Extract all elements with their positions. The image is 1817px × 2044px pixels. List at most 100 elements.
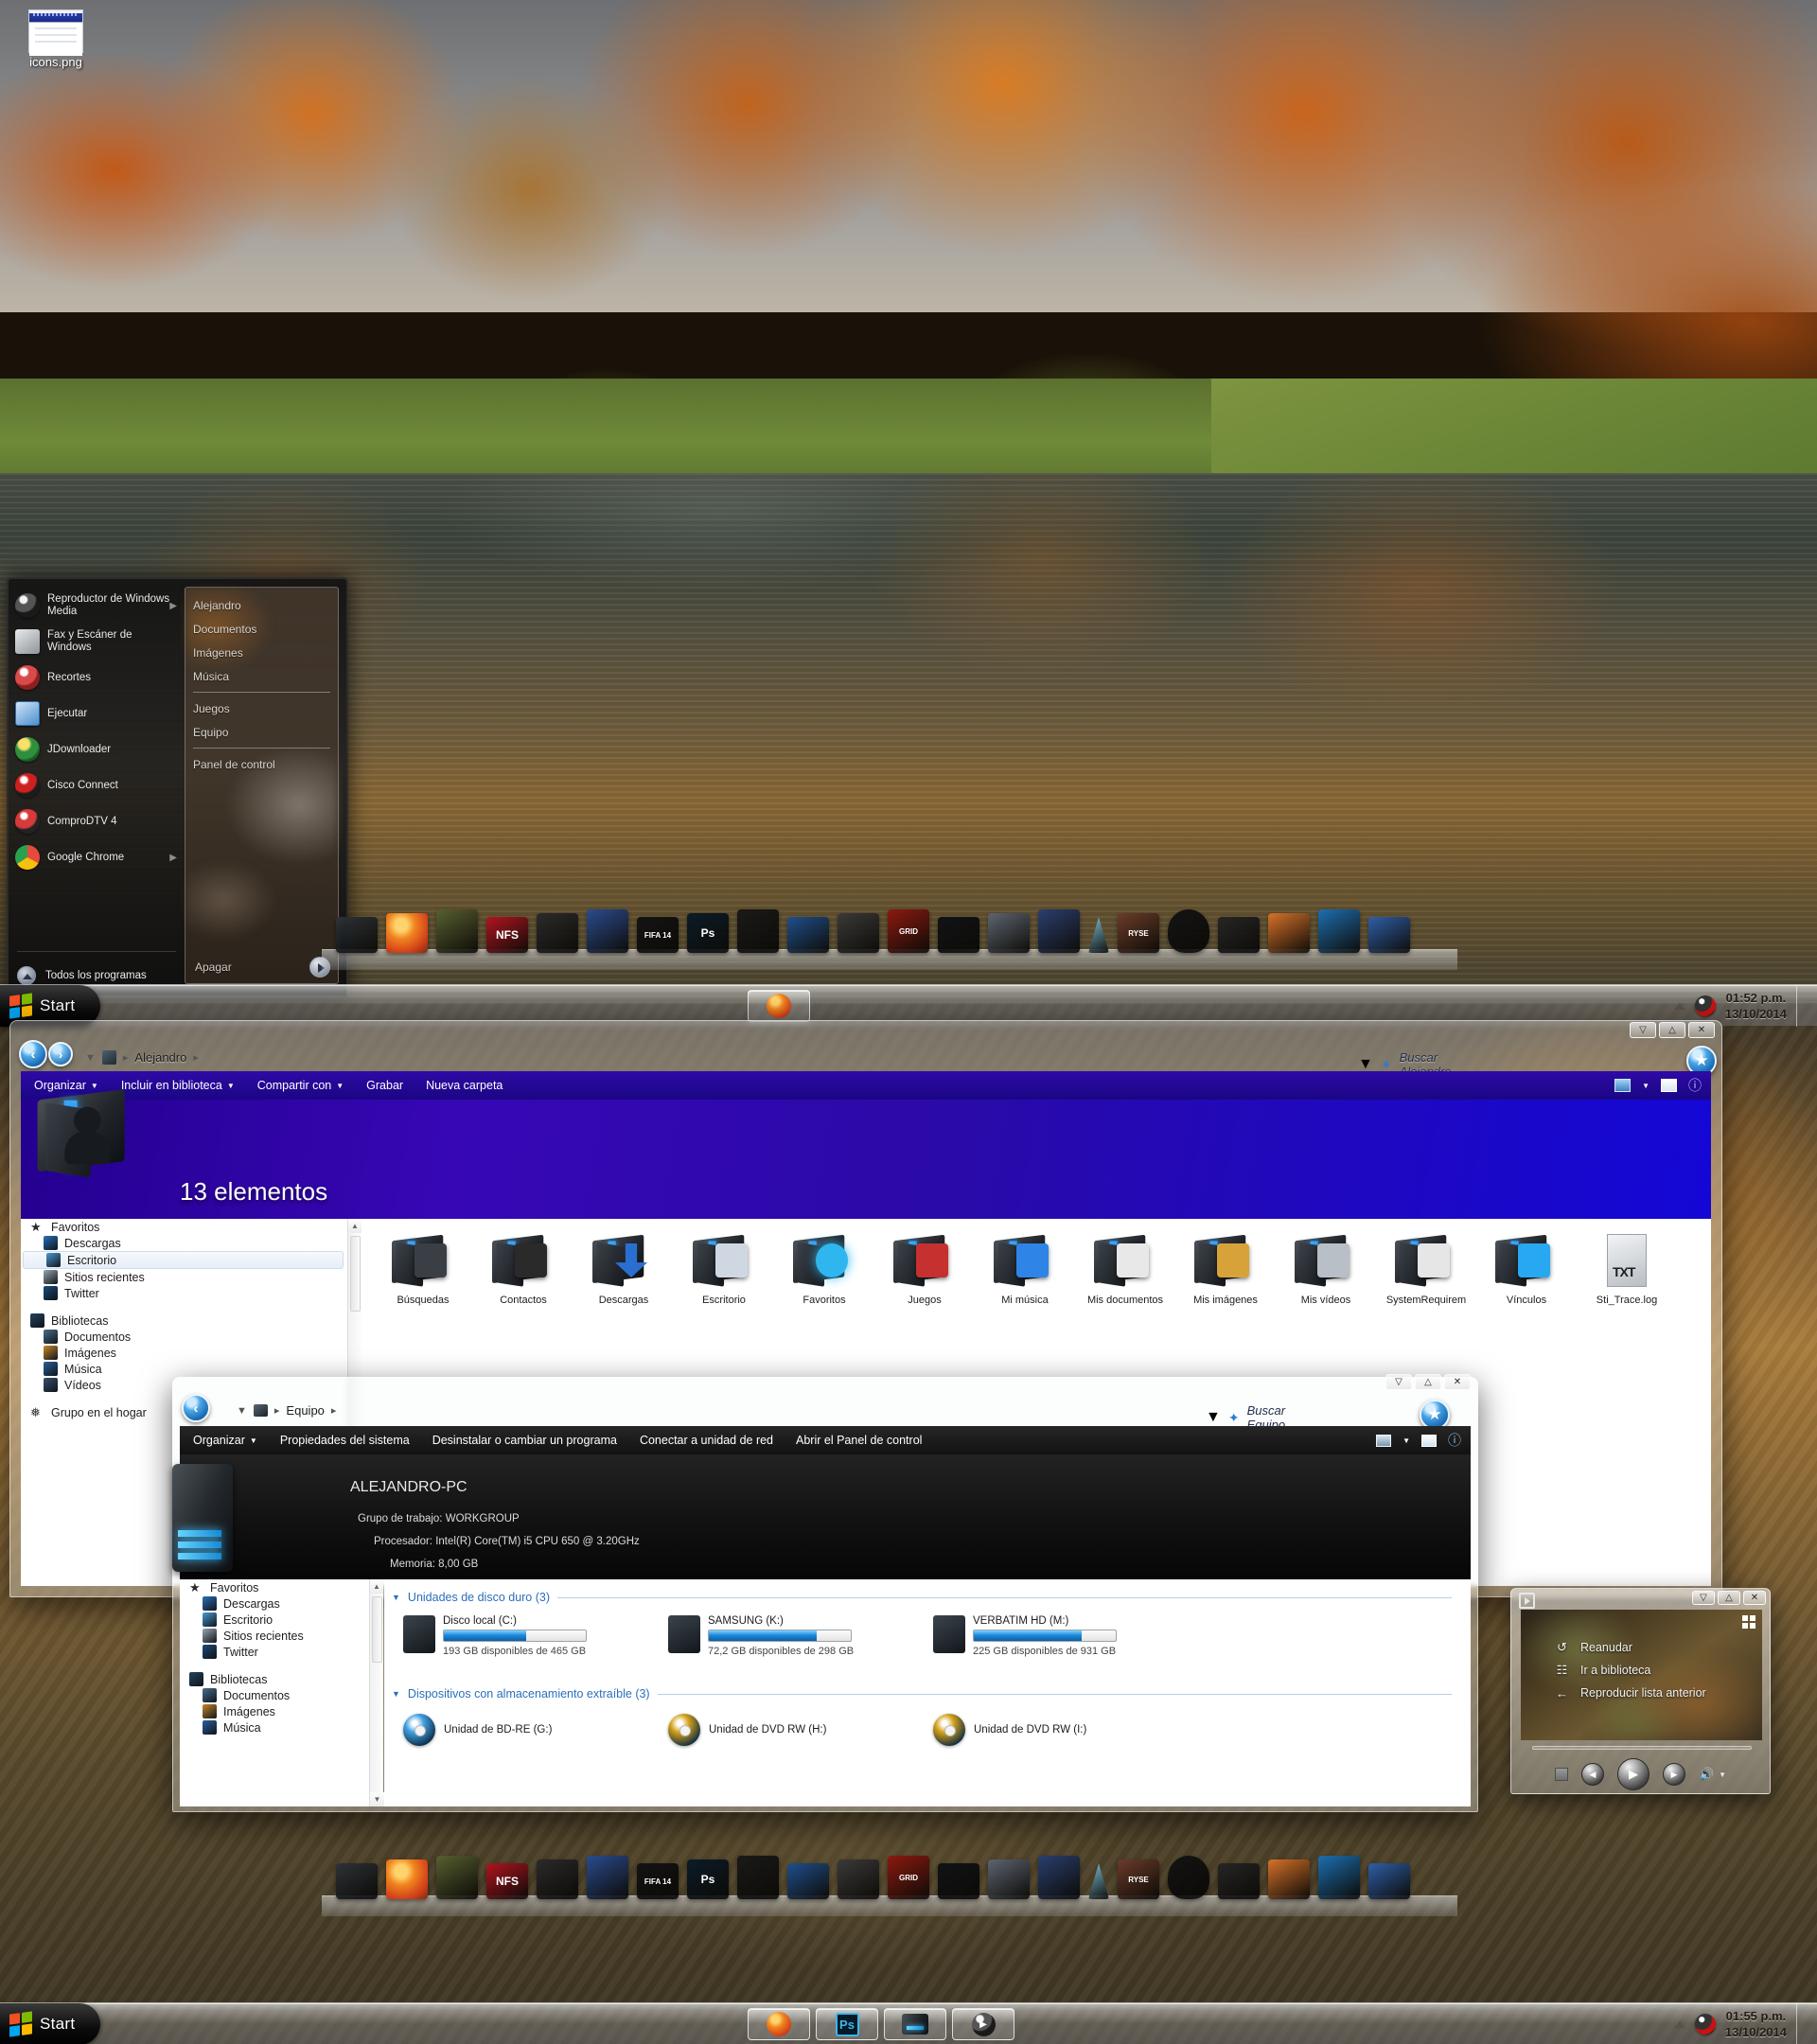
photoshop-dock-icon[interactable]: Ps bbox=[687, 1859, 729, 1899]
folder-item[interactable]: Descargas bbox=[573, 1230, 674, 1306]
chevron-down-icon[interactable]: ▼ bbox=[1719, 1771, 1726, 1779]
shadow-of-mordor-dock-icon[interactable] bbox=[838, 913, 879, 953]
start-menu[interactable]: Reproductor de Windows Media ▶ Fax y Esc… bbox=[7, 577, 348, 997]
folder-item[interactable]: Favoritos bbox=[774, 1230, 874, 1306]
winamp-dock-icon[interactable] bbox=[737, 909, 779, 953]
navigation-buttons-alejandro[interactable]: ‹ › bbox=[19, 1040, 73, 1068]
start-item-ejecutar[interactable]: Ejecutar bbox=[9, 696, 185, 731]
close-button[interactable]: ✕ bbox=[1688, 1022, 1715, 1038]
toolbar-right-equipo[interactable]: ▼ ⓘ bbox=[1376, 1431, 1461, 1450]
folder-item[interactable]: Contactos bbox=[473, 1230, 573, 1306]
preview-pane-icon[interactable] bbox=[1421, 1434, 1437, 1447]
minimize-button[interactable]: ▽ bbox=[1692, 1591, 1715, 1605]
firefox-dock-icon[interactable] bbox=[386, 913, 428, 953]
camcorder-dock-icon[interactable] bbox=[436, 1856, 478, 1899]
stop-button[interactable] bbox=[1554, 1768, 1568, 1781]
grid-dock-icon[interactable]: GRID bbox=[888, 1856, 929, 1899]
taskbar-top-buttons[interactable] bbox=[748, 990, 810, 1022]
photoshop-taskbar-button[interactable]: Ps bbox=[816, 2008, 878, 2040]
window-equipo-controls[interactable]: ▽ △ ✕ bbox=[1385, 1374, 1471, 1390]
chevron-down-icon[interactable]: ▼ bbox=[1642, 1082, 1649, 1090]
toolbar-organizar[interactable]: Organizar ▼ bbox=[193, 1434, 257, 1447]
section-removable-devices[interactable]: ▼ Dispositivos con almacenamiento extraí… bbox=[392, 1687, 1452, 1700]
fifa14-dock-icon[interactable]: FIFA 14 bbox=[637, 1863, 679, 1899]
media-player-menu[interactable]: ↺ Reanudar ☷ Ir a biblioteca ← Reproduci… bbox=[1555, 1636, 1706, 1704]
start-item-jdownloader[interactable]: JDownloader bbox=[9, 731, 185, 767]
menu-item-ir-a-biblioteca[interactable]: ☷ Ir a biblioteca bbox=[1555, 1659, 1706, 1682]
toolbar-conectar-a-unidad-de-red[interactable]: Conectar a unidad de red bbox=[640, 1434, 773, 1447]
nav-item-twitter[interactable]: Twitter bbox=[180, 1644, 369, 1660]
nav-item-escritorio[interactable]: Escritorio bbox=[23, 1251, 344, 1269]
content-pane-equipo[interactable]: ▼ Unidades de disco duro (3) Disco local… bbox=[384, 1579, 1471, 1806]
nav-item-sitios-recientes[interactable]: Sitios recientes bbox=[21, 1269, 347, 1285]
collapse-triangle-icon[interactable]: ▼ bbox=[392, 1689, 400, 1699]
toolbar-compartir-con[interactable]: Compartir con ▼ bbox=[257, 1079, 344, 1092]
blue-orb-dock-icon[interactable] bbox=[1318, 909, 1360, 953]
cone-dock-icon[interactable] bbox=[1088, 917, 1109, 953]
drive-item[interactable]: Disco local (C:) 193 GB disponibles de 46… bbox=[403, 1615, 587, 1657]
blue-panel-dock-icon[interactable] bbox=[1368, 917, 1410, 953]
nav-item-bibliotecas[interactable]: Bibliotecas bbox=[180, 1671, 369, 1687]
start-right-item-equipo[interactable]: Equipo bbox=[185, 720, 338, 744]
navigation-pane-equipo[interactable]: ★ Favoritos Descargas Escritorio Sitios reci… bbox=[180, 1579, 369, 1806]
toolbar-propiedades-del-sistema[interactable]: Propiedades del sistema bbox=[280, 1434, 410, 1447]
gallery-folder-dock-icon[interactable] bbox=[1038, 909, 1080, 953]
gallery-folder-dock-icon[interactable] bbox=[1038, 1856, 1080, 1899]
need-for-speed-dock-icon[interactable]: NFS bbox=[486, 917, 528, 953]
show-desktop-button[interactable] bbox=[1796, 2003, 1806, 2044]
media-player-seek-bar[interactable] bbox=[1532, 1746, 1752, 1750]
folder-item[interactable]: Mis vídeos bbox=[1276, 1230, 1376, 1306]
folder-item[interactable]: SystemRequirem bbox=[1376, 1230, 1476, 1306]
section-hard-drives[interactable]: ▼ Unidades de disco duro (3) bbox=[392, 1591, 1452, 1604]
printer-dock-icon[interactable] bbox=[537, 1859, 578, 1899]
balloon-dock-icon[interactable] bbox=[1168, 1856, 1209, 1899]
optical-drive-item[interactable]: Unidad de BD-RE (G:) bbox=[403, 1714, 552, 1746]
folder-item[interactable]: TXT Sti_Trace.log bbox=[1577, 1230, 1677, 1306]
help-icon[interactable]: ⓘ bbox=[1448, 1431, 1461, 1450]
nav-item-bibliotecas[interactable]: Bibliotecas bbox=[21, 1313, 347, 1329]
view-mode-icon[interactable] bbox=[1614, 1079, 1632, 1092]
menu-item-reproducir-lista-anterior[interactable]: ← Reproducir lista anterior bbox=[1555, 1682, 1706, 1704]
scrollbar-thumb[interactable] bbox=[372, 1596, 382, 1663]
nav-item-escritorio[interactable]: Escritorio bbox=[180, 1612, 369, 1628]
folder-item[interactable]: Vínculos bbox=[1476, 1230, 1577, 1306]
desktop-dock-top[interactable]: NFS FIFA 14 Ps GRID RYSE bbox=[322, 904, 1457, 970]
collapse-triangle-icon[interactable]: ▼ bbox=[392, 1593, 400, 1602]
menu-item-reanudar[interactable]: ↺ Reanudar bbox=[1555, 1636, 1706, 1659]
system-tray-bottom[interactable]: 01:55 p.m. 13/10/2014 bbox=[1673, 2003, 1806, 2044]
nav-item-descargas[interactable]: Descargas bbox=[21, 1235, 347, 1251]
close-button[interactable]: ✕ bbox=[1444, 1374, 1471, 1390]
start-right-item-alejandro[interactable]: Alejandro bbox=[185, 593, 338, 617]
book-dock-icon[interactable] bbox=[587, 1856, 628, 1899]
notebook-dock-icon[interactable] bbox=[938, 1863, 979, 1899]
media-player-video-area[interactable]: ↺ Reanudar ☷ Ir a biblioteca ← Reproduci… bbox=[1521, 1610, 1762, 1740]
firefox-dock-icon[interactable] bbox=[386, 1859, 428, 1899]
toolbar-right-alejandro[interactable]: ▼ ⓘ bbox=[1614, 1076, 1702, 1095]
maximize-button[interactable]: △ bbox=[1718, 1591, 1740, 1605]
start-right-item-juegos[interactable]: Juegos bbox=[185, 696, 338, 720]
folder-item[interactable]: Mis imágenes bbox=[1175, 1230, 1276, 1306]
minimize-button[interactable]: ▽ bbox=[1385, 1374, 1412, 1390]
folder-item[interactable]: Búsquedas bbox=[373, 1230, 473, 1306]
volume-icon[interactable]: 🔊 bbox=[1699, 1767, 1714, 1782]
nav-item-sitios-recientes[interactable]: Sitios recientes bbox=[180, 1628, 369, 1644]
need-for-speed-dock-icon[interactable]: NFS bbox=[486, 1863, 528, 1899]
blue-orb-dock-icon[interactable] bbox=[1318, 1856, 1360, 1899]
breadcrumb-alejandro[interactable]: Alejandro bbox=[134, 1050, 186, 1065]
desktop-icon-icons-png[interactable]: icons.png bbox=[13, 9, 98, 69]
aspect-ratio-icon[interactable] bbox=[1742, 1615, 1755, 1629]
balloon-dock-icon[interactable] bbox=[1168, 909, 1209, 953]
window-media-player[interactable]: ▽ △ ✕ ↺ Reanudar ☷ Ir a biblioteca ← Rep… bbox=[1510, 1588, 1771, 1794]
ryse-dock-icon[interactable]: RYSE bbox=[1118, 1859, 1159, 1899]
close-button[interactable]: ✕ bbox=[1743, 1591, 1766, 1605]
start-item-fax-scanner[interactable]: Fax y Escáner de Windows bbox=[9, 624, 185, 660]
nav-item-documentos[interactable]: Documentos bbox=[21, 1329, 347, 1345]
address-bar-alejandro[interactable]: ▼ ▸ Alejandro ▸ bbox=[85, 1050, 199, 1065]
address-dropdown-icon[interactable]: ▼ bbox=[85, 1052, 96, 1064]
start-item-comprodtv[interactable]: ComproDTV 4 bbox=[9, 803, 185, 839]
toolbar-nueva-carpeta[interactable]: Nueva carpeta bbox=[426, 1079, 503, 1092]
camera-dock-icon[interactable] bbox=[1218, 917, 1260, 953]
cone-dock-icon[interactable] bbox=[1088, 1863, 1109, 1899]
drive-item[interactable]: VERBATIM HD (M:) 225 GB disponibles de 93… bbox=[933, 1615, 1117, 1657]
optical-drive-item[interactable]: Unidad de DVD RW (I:) bbox=[933, 1714, 1086, 1746]
